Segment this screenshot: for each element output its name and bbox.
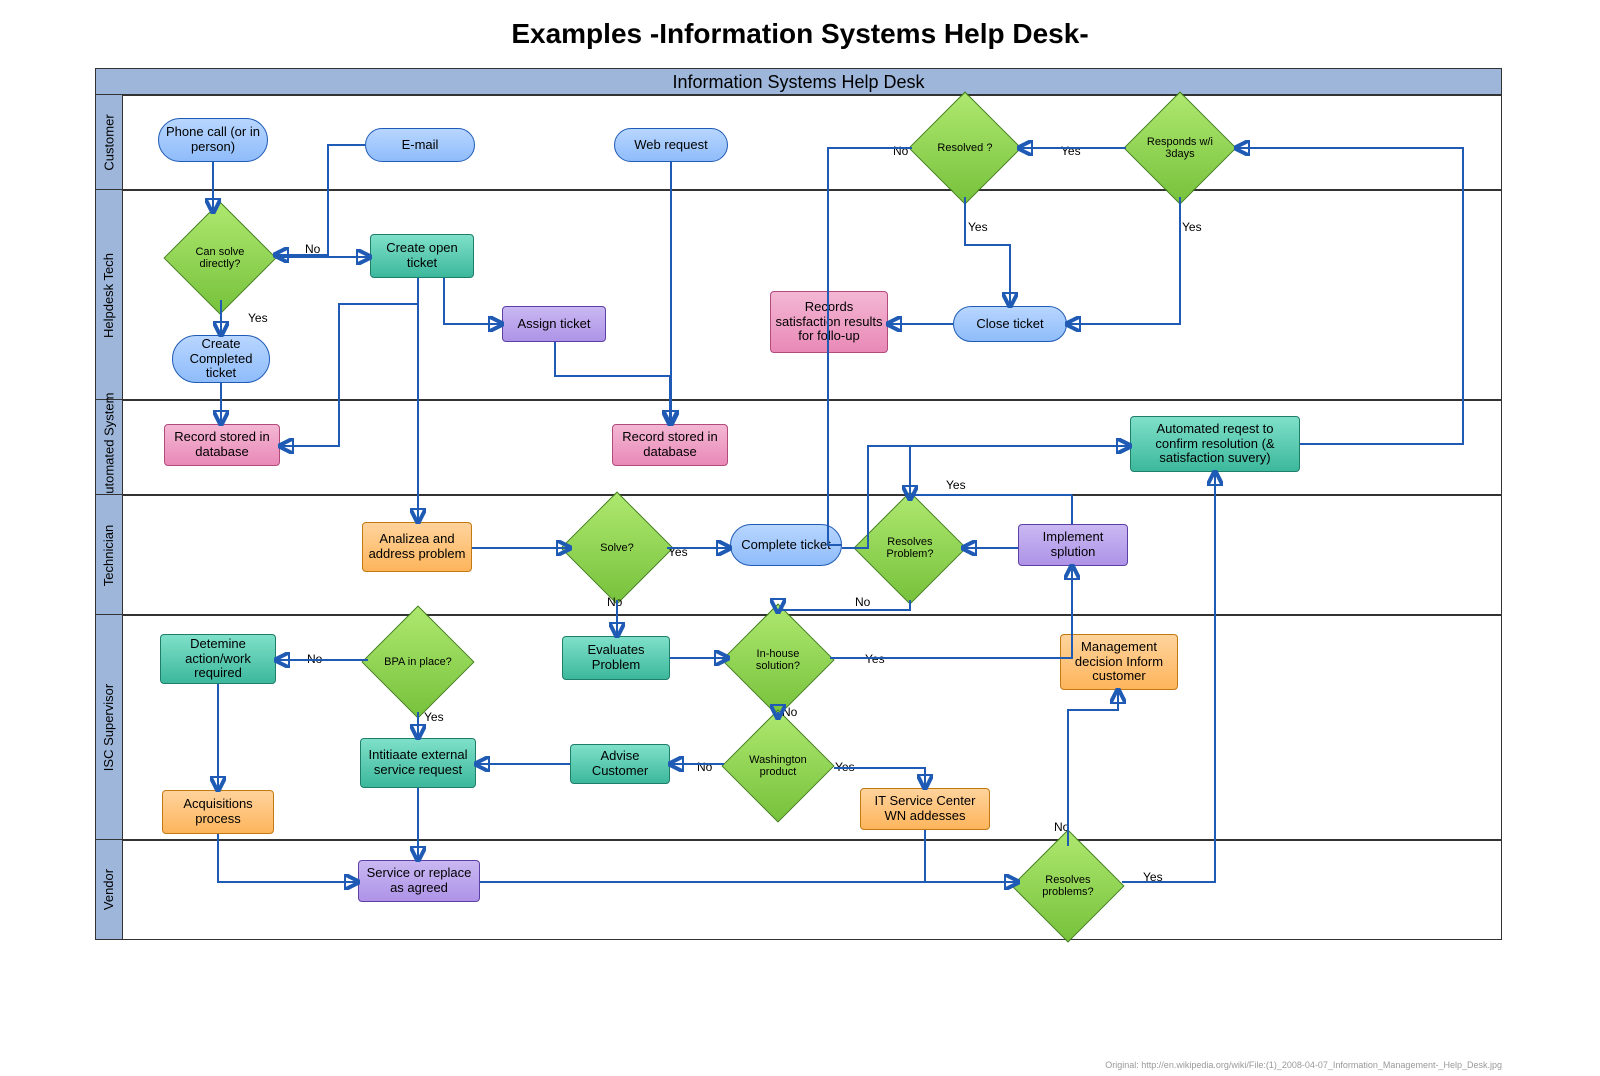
label-yes: Yes [835,760,855,774]
label-no: No [307,652,322,666]
node-resolved-text: Resolved ? [929,142,1001,154]
label-yes: Yes [424,710,444,724]
node-records-sat: Records satisfaction results for follo-u… [770,291,888,353]
lane-label-automated-text: Automated System [102,393,117,503]
label-no: No [697,760,712,774]
node-advise: Advise Customer [570,744,670,784]
credit-text: Original: http://en.wikipedia.org/wiki/F… [1105,1060,1502,1070]
label-no: No [782,705,797,719]
lane-label-supervisor: ISC Supervisor [95,614,123,841]
node-responds-text: Responds w/i 3days [1144,136,1216,160]
node-auto-req: Automated reqest to confirm resolution (… [1130,416,1300,472]
node-close: Close ticket [953,306,1067,342]
label-yes: Yes [1143,870,1163,884]
pool-header: Information Systems Help Desk [95,68,1502,96]
node-acq: Acquisitions process [162,790,274,834]
node-determine: Detemine action/work required [160,634,276,684]
label-yes: Yes [668,545,688,559]
node-web: Web request [614,128,728,162]
node-record-db2: Record stored in database [612,424,728,466]
lane-customer [95,94,1502,191]
node-resolves-prob-text: Resolves Problem? [874,536,946,560]
node-bpa-text: BPA in place? [382,656,454,668]
node-resolves2-text: Resolves problems? [1032,874,1104,898]
label-yes: Yes [248,311,268,325]
node-washington-text: Washington product [742,754,814,778]
node-evaluates: Evaluates Problem [562,636,670,680]
label-yes: Yes [865,652,885,666]
node-itsc: IT Service Center WN addesses [860,788,990,830]
node-phone: Phone call (or in person) [158,118,268,162]
label-yes: Yes [1182,220,1202,234]
node-initiate: Intitiaate external service request [360,738,476,788]
lane-vendor [95,839,1502,940]
lane-label-helpdesk-text: Helpdesk Tech [102,252,117,337]
label-no: No [305,242,320,256]
lane-label-automated: Automated System [95,399,123,496]
lane-label-technician-text: Technician [102,524,117,585]
diagram-title: Examples -Information Systems Help Desk- [0,18,1600,50]
node-create-open: Create open ticket [370,234,474,278]
node-mgmt: Management decision Inform customer [1060,634,1178,690]
label-no: No [893,144,908,158]
label-no: No [855,595,870,609]
node-inhouse-text: In-house solution? [742,648,814,672]
lane-label-customer-text: Customer [102,114,117,170]
node-record-db1: Record stored in database [164,424,280,466]
node-solve-text: Solve? [581,542,653,554]
lane-label-customer: Customer [95,94,123,191]
node-create-completed: Create Completed ticket [172,335,270,383]
node-complete: Complete ticket [730,524,842,566]
label-yes: Yes [968,220,988,234]
node-assign: Assign ticket [502,306,606,342]
node-email: E-mail [365,128,475,162]
node-analyze: Analizea and address problem [362,522,472,572]
label-no: No [1054,820,1069,834]
node-implement: Implement splution [1018,524,1128,566]
label-no: No [607,595,622,609]
label-yes: Yes [1061,144,1081,158]
node-service: Service or replace as agreed [358,860,480,902]
lane-label-vendor: Vendor [95,839,123,940]
label-yes: Yes [946,478,966,492]
lane-label-supervisor-text: ISC Supervisor [102,684,117,771]
node-can-solve-text: Can solve directly? [184,246,256,270]
lane-label-helpdesk: Helpdesk Tech [95,189,123,401]
lane-label-technician: Technician [95,494,123,616]
lane-label-vendor-text: Vendor [102,869,117,910]
